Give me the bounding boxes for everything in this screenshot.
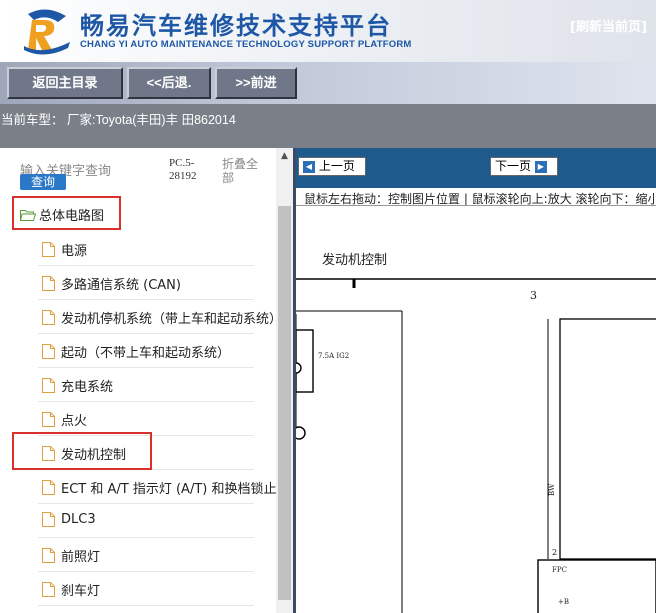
tree-item-divider	[38, 367, 254, 368]
fuse-label: 7.5A IG2	[318, 352, 349, 360]
document-icon	[42, 548, 55, 563]
document-icon	[42, 242, 55, 257]
tree-item-divider	[38, 299, 254, 300]
tree-item[interactable]: 电源	[42, 240, 87, 259]
document-icon	[42, 378, 55, 393]
viewer-hint-text: 鼠标左右拖动：控制图片位置 | 鼠标滚轮向上:放大 滚轮向下：缩小	[304, 192, 656, 206]
wiring-diagram: 发动机控制 3 7.5A IG2 BW 2 FPC +B	[296, 252, 656, 613]
app-header: 畅易汽车维修技术支持平台 CHANG YI AUTO MAINTENANCE T…	[0, 0, 656, 62]
logo-icon	[24, 9, 70, 55]
tree-item-divider	[38, 333, 254, 334]
tree-item[interactable]: 前照灯	[42, 546, 100, 565]
viewer-header: ◀ 上一页 下一页 ▶	[296, 148, 656, 188]
tree-item[interactable]: 起动（不带上车和起动系统）	[42, 342, 230, 361]
connector-pin-label: +B	[558, 598, 569, 606]
current-model-text: 当前车型： 厂家:Toyota(丰田)丰 田862014	[1, 113, 236, 127]
tree-item-divider	[38, 401, 254, 402]
tree-item-label: 刹车灯	[61, 584, 101, 599]
brand-title: 畅易汽车维修技术支持平台	[80, 12, 392, 40]
tree-item-label: ECT 和 A/T 指示灯 (A/T) 和换档锁止	[61, 482, 277, 497]
tree-item-label: 前照灯	[61, 550, 101, 565]
highlight-box-engine-control	[12, 432, 152, 470]
diagram-section-number: 3	[530, 289, 537, 302]
tree-item[interactable]: 发动机停机系统（带上车和起动系统）	[42, 308, 282, 327]
prev-page-button[interactable]: ◀ 上一页	[298, 157, 366, 176]
forward-button[interactable]: >>前进	[215, 67, 297, 99]
pc-code: PC.5-28192	[169, 157, 197, 182]
scroll-thumb[interactable]	[278, 206, 291, 600]
diagram-title: 发动机控制	[322, 252, 387, 268]
highlight-box-root	[12, 196, 121, 230]
next-page-button[interactable]: 下一页 ▶	[490, 157, 558, 176]
tree-item[interactable]: ECT 和 A/T 指示灯 (A/T) 和换档锁止	[42, 478, 276, 497]
brand-subtitle: CHANG YI AUTO MAINTENANCE TECHNOLOGY SUP…	[80, 39, 412, 50]
tree-item-divider	[38, 605, 254, 606]
tree-item-divider	[38, 265, 254, 266]
diagram-canvas[interactable]: 发动机控制 3 7.5A IG2 BW 2 FPC +B	[296, 206, 656, 613]
document-icon	[42, 310, 55, 325]
tree-item-label: 发动机停机系统（带上车和起动系统）	[61, 312, 283, 327]
document-icon	[42, 582, 55, 597]
tree-item-label: 点火	[61, 414, 88, 429]
model-bar: 当前车型： 厂家:Toyota(丰田)丰 田862014	[0, 104, 656, 148]
tree-item-label: DLC3	[61, 512, 96, 527]
arrow-right-icon: ▶	[534, 160, 547, 173]
prev-page-label: 上一页	[318, 159, 355, 173]
tree-item-label: 起动（不带上车和起动系统）	[61, 346, 231, 361]
back-button[interactable]: <<后退.	[127, 67, 211, 99]
wire-color-label: BW	[548, 483, 556, 496]
tree-item-label: 多路通信系统 (CAN)	[61, 278, 181, 293]
tree-item[interactable]: 充电系统	[42, 376, 113, 395]
arrow-left-icon: ◀	[303, 160, 315, 173]
connector-label: FPC	[552, 566, 567, 574]
document-icon	[42, 480, 55, 495]
tree-item-divider	[38, 571, 254, 572]
toolbar: 返回主目录 <<后退. >>前进	[0, 62, 656, 104]
tree-item-divider	[38, 537, 254, 538]
home-button[interactable]: 返回主目录	[7, 67, 123, 99]
tree-item-label: 电源	[61, 244, 88, 259]
tree-item[interactable]: DLC3	[42, 512, 96, 527]
next-page-label: 下一页	[495, 159, 532, 173]
sidebar: 输入关键字查询 查询 PC.5-28192 折叠全部 总体电路图 电源 多路通信系…	[0, 148, 293, 613]
search-button[interactable]: 查询	[20, 174, 66, 190]
document-icon	[42, 512, 55, 527]
tree-item[interactable]: 刹车灯	[42, 580, 100, 599]
viewer-hint-bar: 鼠标左右拖动：控制图片位置 | 鼠标滚轮向上:放大 滚轮向下：缩小	[296, 188, 656, 206]
tree-item-divider	[38, 503, 254, 504]
fuse-block	[296, 329, 314, 393]
tree-item[interactable]: 多路通信系统 (CAN)	[42, 274, 181, 293]
collapse-all-button[interactable]: 折叠全部	[222, 157, 266, 185]
document-icon	[42, 344, 55, 359]
tree-item[interactable]: 点火	[42, 410, 87, 429]
document-icon	[42, 276, 55, 291]
document-icon	[42, 412, 55, 427]
scroll-up-arrow-icon[interactable]: ▲	[276, 148, 293, 165]
refresh-page-button[interactable]: [刷新当前页]	[570, 16, 647, 35]
pin-number: 2	[552, 548, 557, 557]
tree-item-label: 充电系统	[61, 380, 114, 395]
